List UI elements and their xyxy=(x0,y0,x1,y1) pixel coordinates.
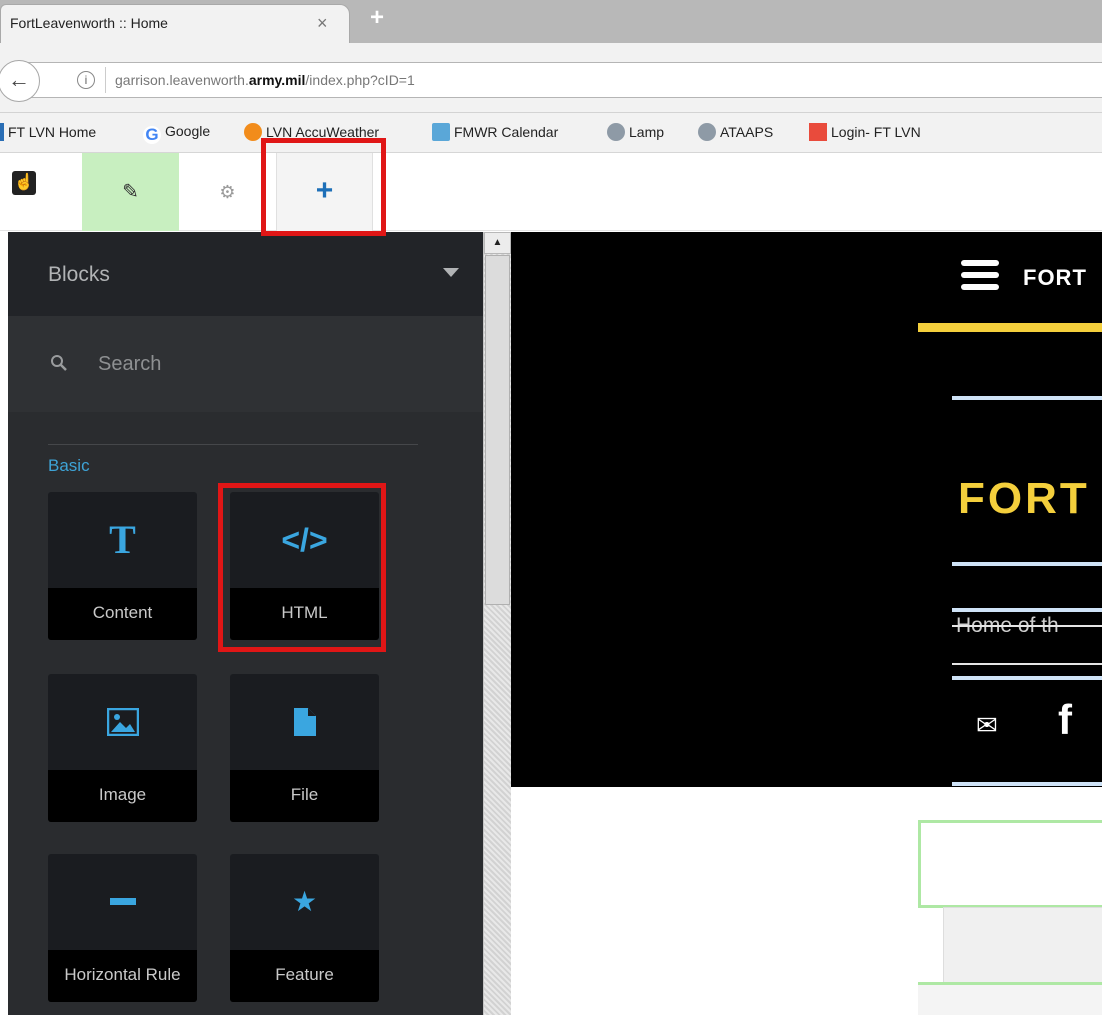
cms-toolbar: ☝ ✎ ⚙ + xyxy=(0,153,1102,231)
globe-icon xyxy=(698,123,716,141)
mail-icon[interactable]: ✉ xyxy=(976,710,998,741)
block-label: Image xyxy=(48,770,197,822)
browser-tab-strip: FortLeavenworth :: Home × + xyxy=(0,0,1102,44)
section-label-basic: Basic xyxy=(48,456,90,475)
pencil-icon: ✎ xyxy=(122,181,139,203)
facebook-icon[interactable]: f xyxy=(1058,696,1072,744)
site-header: FORT FORT Home of th ✉ f xyxy=(511,232,1102,787)
back-button[interactable]: ← xyxy=(0,60,40,102)
bookmark-label: ATAAPS xyxy=(720,124,774,140)
block-search-input[interactable] xyxy=(96,344,456,384)
asterisk-icon xyxy=(809,123,827,141)
bookmark-label: Login- FT LVN xyxy=(831,124,921,140)
code-icon: </> xyxy=(281,522,328,558)
url-domain: army.mil xyxy=(248,72,306,88)
file-icon xyxy=(230,674,379,770)
search-icon xyxy=(50,354,68,377)
url-prefix: garrison.leavenworth. xyxy=(115,72,249,88)
divider-line xyxy=(952,676,1102,680)
scrollbar-thumb[interactable] xyxy=(485,255,510,605)
url-text: garrison.leavenworth.army.mil/index.php?… xyxy=(115,72,415,88)
site-info-icon[interactable]: i xyxy=(77,71,95,89)
accent-bar xyxy=(918,323,1102,332)
bookmark-label: FT LVN Home xyxy=(8,124,97,140)
blocks-panel-header[interactable]: Blocks xyxy=(8,232,483,316)
gear-icon: ⚙ xyxy=(219,182,236,202)
chevron-down-icon[interactable] xyxy=(443,268,459,277)
calendar-icon xyxy=(432,123,450,141)
tab-title: FortLeavenworth :: Home xyxy=(10,15,168,31)
divider-line xyxy=(952,782,1102,786)
divider-line xyxy=(952,608,1102,612)
scroll-up-icon[interactable]: ▲ xyxy=(484,232,511,254)
edit-mode-button[interactable]: ✎ xyxy=(82,153,179,231)
plus-icon: + xyxy=(315,174,334,207)
divider-line xyxy=(952,663,1102,665)
block-horizontal-rule[interactable]: Horizontal Rule xyxy=(48,854,197,1002)
horizontal-rule-icon xyxy=(48,854,197,950)
editable-area[interactable] xyxy=(918,820,1102,908)
block-file[interactable]: File xyxy=(230,674,379,822)
page-preview: FORT FORT Home of th ✉ f xyxy=(511,232,1102,1015)
add-content-button[interactable]: + xyxy=(276,153,373,231)
sun-icon xyxy=(244,123,262,141)
bookmark-label: LVN AccuWeather xyxy=(266,124,380,140)
site-brand-small[interactable]: FORT xyxy=(1023,265,1087,291)
bookmark-favicon-icon xyxy=(0,123,4,141)
block-search xyxy=(8,316,483,412)
block-html[interactable]: </> HTML xyxy=(230,492,379,640)
concrete-logo-button[interactable]: ☝ xyxy=(0,153,82,231)
bookmark-fmwr-calendar[interactable]: FMWR Calendar xyxy=(432,123,558,141)
block-label: Feature xyxy=(230,950,379,1002)
panel-title: Blocks xyxy=(48,263,110,286)
url-separator xyxy=(105,67,106,93)
image-icon xyxy=(48,674,197,770)
block-label: File xyxy=(230,770,379,822)
divider-line xyxy=(952,562,1102,566)
block-image[interactable]: Image xyxy=(48,674,197,822)
hand-logo-icon: ☝ xyxy=(12,171,36,195)
navigation-bar: i garrison.leavenworth.army.mil/index.ph… xyxy=(0,43,1102,113)
block-label: Content xyxy=(48,588,197,640)
text-t-icon: T xyxy=(109,517,136,562)
bookmark-lamp[interactable]: Lamp xyxy=(607,123,664,141)
block-feature[interactable]: ★ Feature xyxy=(230,854,379,1002)
bookmark-accuweather[interactable]: LVN AccuWeather xyxy=(244,123,379,141)
url-path: /index.php?cID=1 xyxy=(305,72,415,88)
bookmark-ataaps[interactable]: ATAAPS xyxy=(698,123,773,141)
bookmark-label: Lamp xyxy=(629,124,665,140)
blocks-panel: Blocks Basic T Content </> HTML Image Fi… xyxy=(8,232,483,1015)
block-label: Horizontal Rule xyxy=(48,950,197,1002)
google-icon: G xyxy=(143,126,161,144)
panel-scrollbar[interactable]: ▲ xyxy=(483,232,511,1015)
new-tab-icon[interactable]: + xyxy=(370,4,384,32)
page-settings-button[interactable]: ⚙ xyxy=(179,153,276,231)
back-arrow-icon: ← xyxy=(8,67,30,92)
section-divider xyxy=(48,444,418,445)
hamburger-menu-icon[interactable] xyxy=(961,260,999,296)
url-field[interactable]: i garrison.leavenworth.army.mil/index.ph… xyxy=(20,62,1102,98)
star-icon: ★ xyxy=(291,886,318,917)
bookmark-login-ft-lvn[interactable]: Login- FT LVN xyxy=(809,123,921,141)
content-placeholder xyxy=(943,907,1102,987)
editable-area[interactable] xyxy=(918,982,1102,1015)
bookmark-google[interactable]: G Google xyxy=(143,123,210,144)
block-content[interactable]: T Content xyxy=(48,492,197,640)
browser-tab[interactable]: FortLeavenworth :: Home × xyxy=(0,4,350,44)
bookmark-ft-lvn-home[interactable]: FT LVN Home xyxy=(0,123,96,141)
site-brand-large: FORT xyxy=(958,474,1090,523)
block-label: HTML xyxy=(230,588,379,640)
bookmarks-bar: FT LVN Home G Google LVN AccuWeather FMWR… xyxy=(0,113,1102,153)
bookmark-label: FMWR Calendar xyxy=(454,124,559,140)
divider-line xyxy=(952,625,1102,627)
globe-icon xyxy=(607,123,625,141)
divider-line xyxy=(952,396,1102,400)
bookmark-label: Google xyxy=(165,123,211,139)
tab-close-icon[interactable]: × xyxy=(317,13,328,34)
